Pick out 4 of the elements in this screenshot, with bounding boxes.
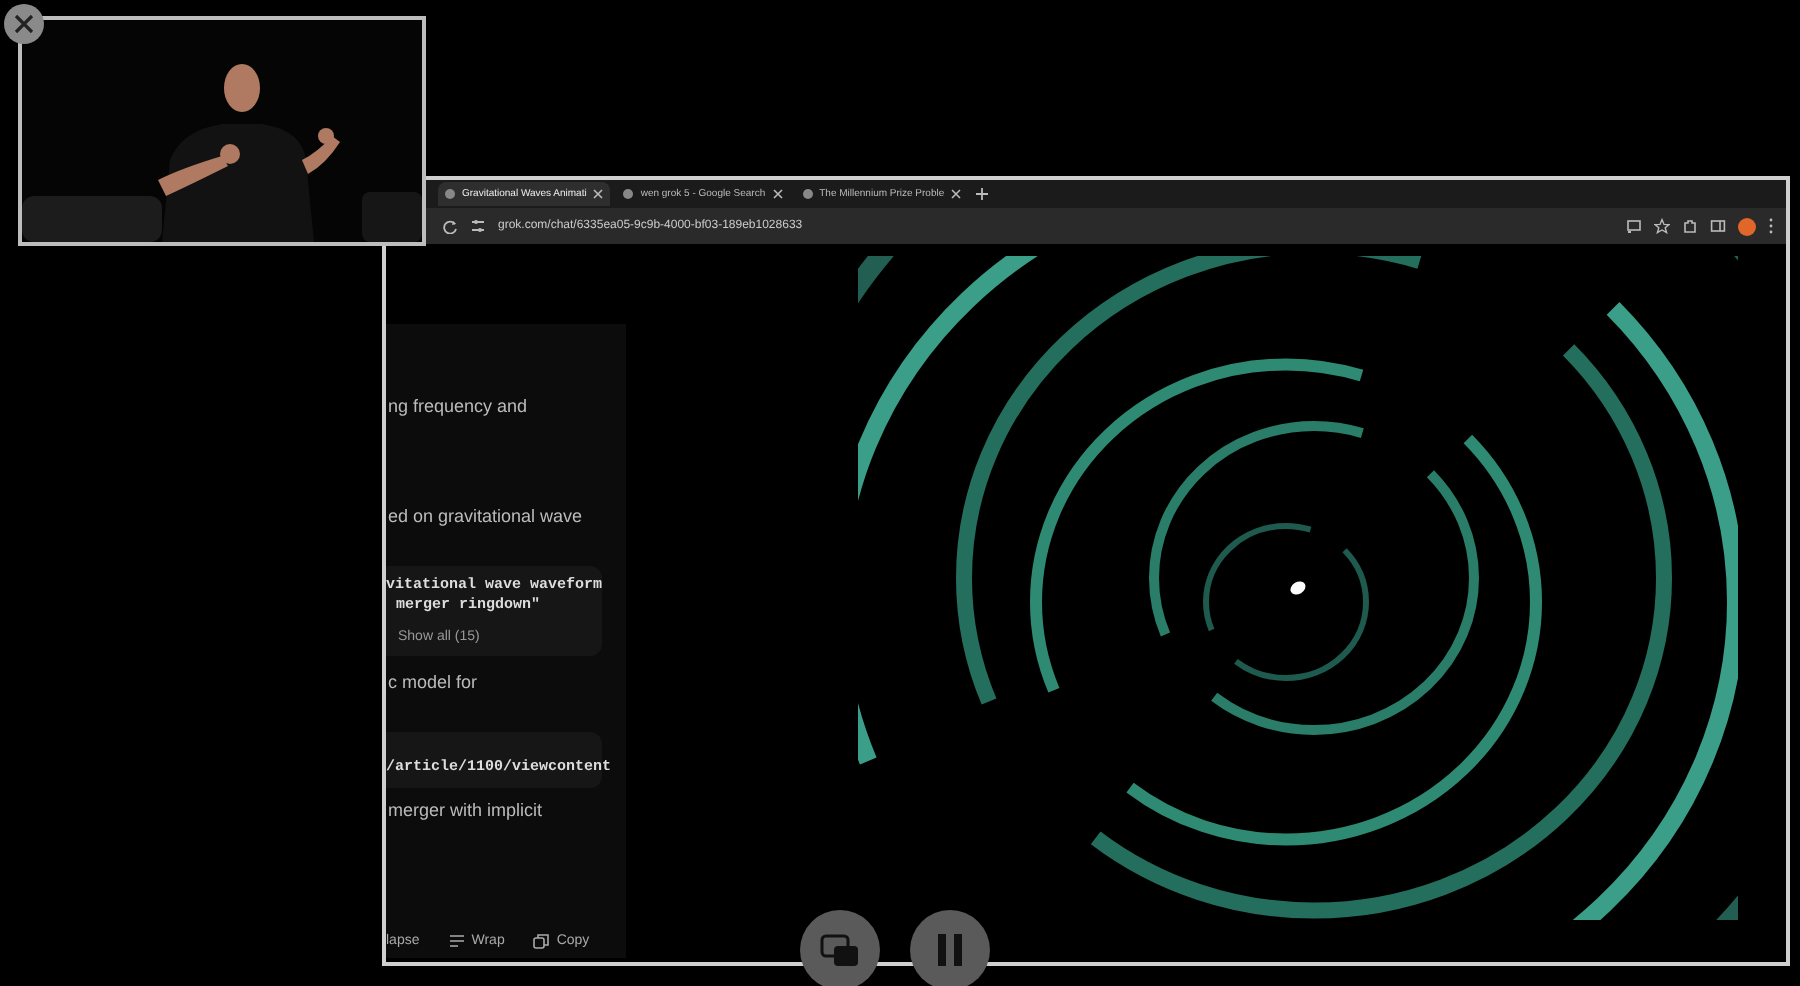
chat-text: merger with implicit <box>388 800 545 820</box>
chat-text: ng frequency and <box>388 396 530 416</box>
chat-text: c model for <box>388 672 480 692</box>
chat-text: ed on gravitational wave <box>388 506 585 526</box>
